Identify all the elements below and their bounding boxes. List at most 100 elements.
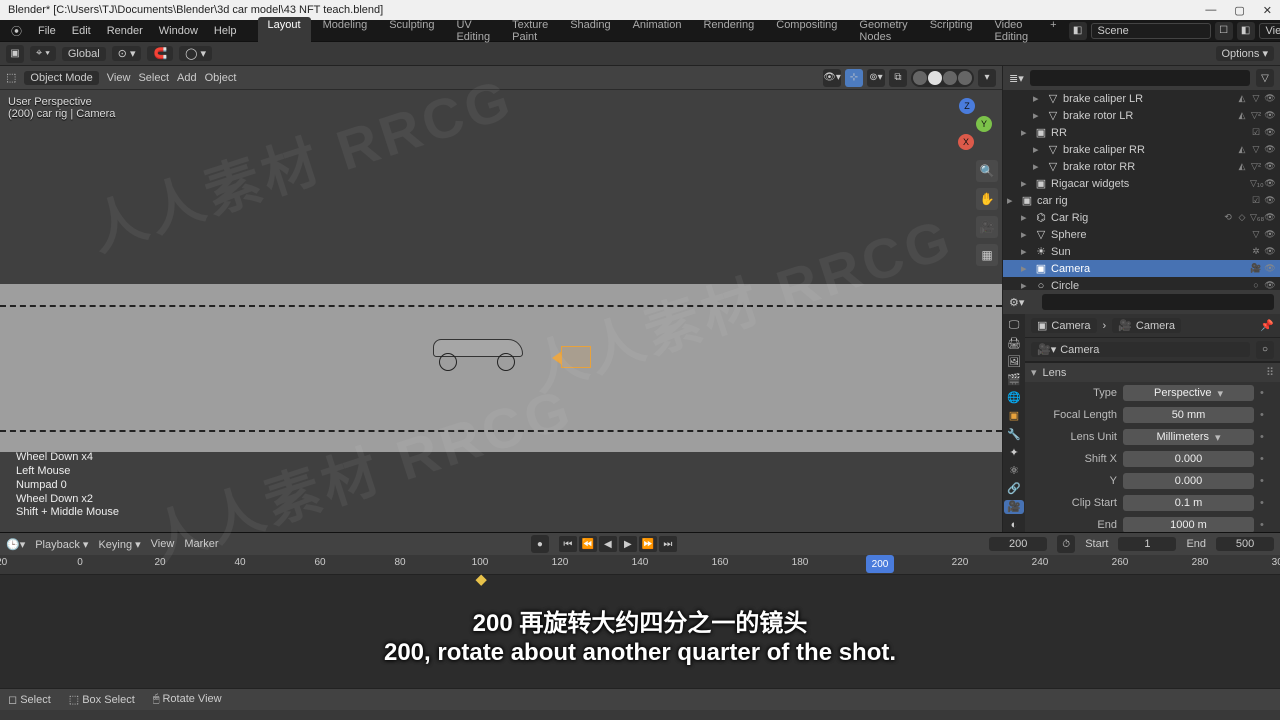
- outliner-toggle-icon[interactable]: 👁: [1264, 212, 1276, 223]
- tl-menu-marker[interactable]: Marker: [184, 538, 218, 550]
- camera-object[interactable]: [561, 346, 591, 368]
- outliner-toggle-icon[interactable]: ▽: [1250, 93, 1262, 104]
- outliner-row[interactable]: ▸▽Sphere▽👁: [1003, 226, 1280, 243]
- outliner-row[interactable]: ▸▽brake rotor RR◭▽²👁: [1003, 158, 1280, 175]
- outliner-toggle-icon[interactable]: ▽: [1250, 229, 1262, 240]
- tab-object-icon[interactable]: ▣: [1004, 409, 1024, 423]
- outliner-toggle-icon[interactable]: ◭: [1236, 110, 1248, 121]
- workspace-tab-rendering[interactable]: Rendering: [693, 17, 764, 45]
- pivot-dropdown[interactable]: ⊙ ▾: [112, 46, 142, 61]
- timeline-ruler[interactable]: -200204060801001201401601802002202402602…: [0, 555, 1280, 575]
- datablock-new-icon[interactable]: ○: [1256, 341, 1274, 359]
- outliner-toggle-icon[interactable]: 👁: [1264, 144, 1276, 155]
- blender-logo-icon[interactable]: ⦿: [4, 21, 29, 41]
- minimize-icon[interactable]: —: [1205, 4, 1216, 17]
- workspace-add-icon[interactable]: +: [1040, 17, 1066, 45]
- outliner-toggle-icon[interactable]: ◭: [1236, 161, 1248, 172]
- visibility-icon[interactable]: 👁▾: [823, 69, 841, 87]
- outliner-toggle-icon[interactable]: ▽²: [1250, 110, 1262, 121]
- outliner-toggle-icon[interactable]: ⟲: [1222, 212, 1234, 223]
- transform-orientation[interactable]: Global: [62, 47, 106, 61]
- disclosure-icon[interactable]: ▸: [1021, 228, 1031, 241]
- disclosure-icon[interactable]: ▸: [1021, 211, 1031, 224]
- playhead[interactable]: 200: [866, 555, 894, 573]
- workspace-tab-scripting[interactable]: Scripting: [920, 17, 983, 45]
- property-value-field[interactable]: 0.1 m: [1123, 495, 1254, 511]
- animate-key-icon[interactable]: •: [1260, 431, 1272, 443]
- outliner-toggle-icon[interactable]: 👁: [1264, 178, 1276, 189]
- breadcrumb-data[interactable]: 🎥 Camera: [1112, 318, 1181, 333]
- workspace-tab-shading[interactable]: Shading: [560, 17, 620, 45]
- tab-constraint-icon[interactable]: 🔗: [1004, 482, 1024, 496]
- close-icon[interactable]: ✕: [1263, 4, 1272, 17]
- workspace-tab-geonodes[interactable]: Geometry Nodes: [849, 17, 917, 45]
- animate-key-icon[interactable]: •: [1260, 409, 1272, 421]
- overlay-toggle-icon[interactable]: ⊚▾: [867, 69, 885, 87]
- snap-toggle[interactable]: 🧲: [147, 46, 173, 61]
- tab-viewlayer-icon[interactable]: 🖼: [1004, 354, 1024, 368]
- scene-name-field[interactable]: Scene: [1091, 23, 1211, 39]
- outliner-toggle-icon[interactable]: 👁: [1264, 246, 1276, 257]
- snap-dropdown[interactable]: ⌖ ▾: [30, 46, 56, 61]
- jump-next-key-icon[interactable]: ⏩: [639, 536, 657, 552]
- disclosure-icon[interactable]: ▸: [1021, 279, 1031, 290]
- menu-window[interactable]: Window: [152, 23, 205, 39]
- outliner-toggle-icon[interactable]: 👁: [1264, 195, 1276, 206]
- animate-key-icon[interactable]: •: [1260, 387, 1272, 399]
- autokey-icon[interactable]: ●: [531, 535, 549, 553]
- jump-prev-key-icon[interactable]: ⏪: [579, 536, 597, 552]
- outliner-row[interactable]: ▸▣car rig☑👁: [1003, 192, 1280, 209]
- tab-physics-icon[interactable]: ⚛: [1004, 463, 1024, 477]
- axis-x-icon[interactable]: X: [958, 134, 974, 150]
- outliner-type-icon[interactable]: ≣▾: [1009, 72, 1024, 85]
- outliner-row[interactable]: ▸▣RR☑👁: [1003, 124, 1280, 141]
- navigation-gizmo[interactable]: Z Y X: [944, 98, 990, 144]
- disclosure-icon[interactable]: ▸: [1021, 262, 1031, 275]
- outliner-toggle-icon[interactable]: ▽₆₈: [1250, 212, 1262, 223]
- shading-options-icon[interactable]: ▾: [978, 69, 996, 87]
- end-frame-field[interactable]: 500: [1216, 537, 1274, 551]
- tab-scene-icon[interactable]: 🎬: [1004, 373, 1024, 387]
- tab-render-icon[interactable]: 🖵: [1004, 318, 1024, 332]
- outliner-toggle-icon[interactable]: 🎥: [1250, 263, 1262, 274]
- xray-toggle-icon[interactable]: ⧉: [889, 69, 907, 87]
- menu-render[interactable]: Render: [100, 23, 150, 39]
- camera-view-icon[interactable]: 🎥: [976, 216, 998, 238]
- tl-menu-playback[interactable]: Playback ▾: [35, 538, 88, 551]
- animate-key-icon[interactable]: •: [1260, 453, 1272, 465]
- outliner-row[interactable]: ▸▽brake rotor LR◭▽²👁: [1003, 107, 1280, 124]
- tab-output-icon[interactable]: 🖨: [1004, 336, 1024, 350]
- outliner-toggle-icon[interactable]: ✲: [1250, 246, 1262, 257]
- play-reverse-icon[interactable]: ◀: [599, 536, 617, 552]
- start-frame-field[interactable]: 1: [1118, 537, 1176, 551]
- props-search[interactable]: [1042, 294, 1274, 310]
- outliner-toggle-icon[interactable]: 👁: [1264, 263, 1276, 274]
- tab-data-camera-icon[interactable]: 🎥: [1004, 500, 1024, 514]
- proportional-edit[interactable]: ◯ ▾: [179, 46, 212, 61]
- zoom-icon[interactable]: 🔍: [976, 160, 998, 182]
- outliner-toggle-icon[interactable]: 👁: [1264, 110, 1276, 121]
- property-value-field[interactable]: 0.000: [1123, 473, 1254, 489]
- gizmo-toggle-icon[interactable]: ⊹: [845, 69, 863, 87]
- scene-new-icon[interactable]: ☐: [1215, 22, 1233, 40]
- pan-icon[interactable]: ✋: [976, 188, 998, 210]
- axis-y-icon[interactable]: Y: [976, 116, 992, 132]
- outliner-toggle-icon[interactable]: 👁: [1264, 161, 1276, 172]
- tab-particles-icon[interactable]: ✦: [1004, 445, 1024, 459]
- maximize-icon[interactable]: ▢: [1234, 4, 1244, 17]
- vp-menu-object[interactable]: Object: [205, 72, 237, 84]
- outliner-row[interactable]: ▸▣Rigacar widgets▽₁₀👁: [1003, 175, 1280, 192]
- play-icon[interactable]: ▶: [619, 536, 637, 552]
- timeline-type-icon[interactable]: 🕒▾: [6, 538, 25, 551]
- outliner-search[interactable]: [1030, 70, 1250, 86]
- menu-help[interactable]: Help: [207, 23, 244, 39]
- outliner-toggle-icon[interactable]: ○: [1250, 280, 1262, 290]
- property-value-field[interactable]: Perspective: [1123, 385, 1254, 401]
- tab-material-icon[interactable]: ◐: [1004, 518, 1024, 532]
- viewlayer-browse-icon[interactable]: ◧: [1237, 22, 1255, 40]
- keyframe-icon[interactable]: [476, 575, 487, 586]
- tl-menu-keying[interactable]: Keying ▾: [98, 538, 140, 551]
- outliner-tree[interactable]: ▸▽brake caliper LR◭▽👁▸▽brake rotor LR◭▽²…: [1003, 90, 1280, 290]
- outliner-row[interactable]: ▸▽brake caliper LR◭▽👁: [1003, 90, 1280, 107]
- outliner-toggle-icon[interactable]: ◇: [1236, 212, 1248, 223]
